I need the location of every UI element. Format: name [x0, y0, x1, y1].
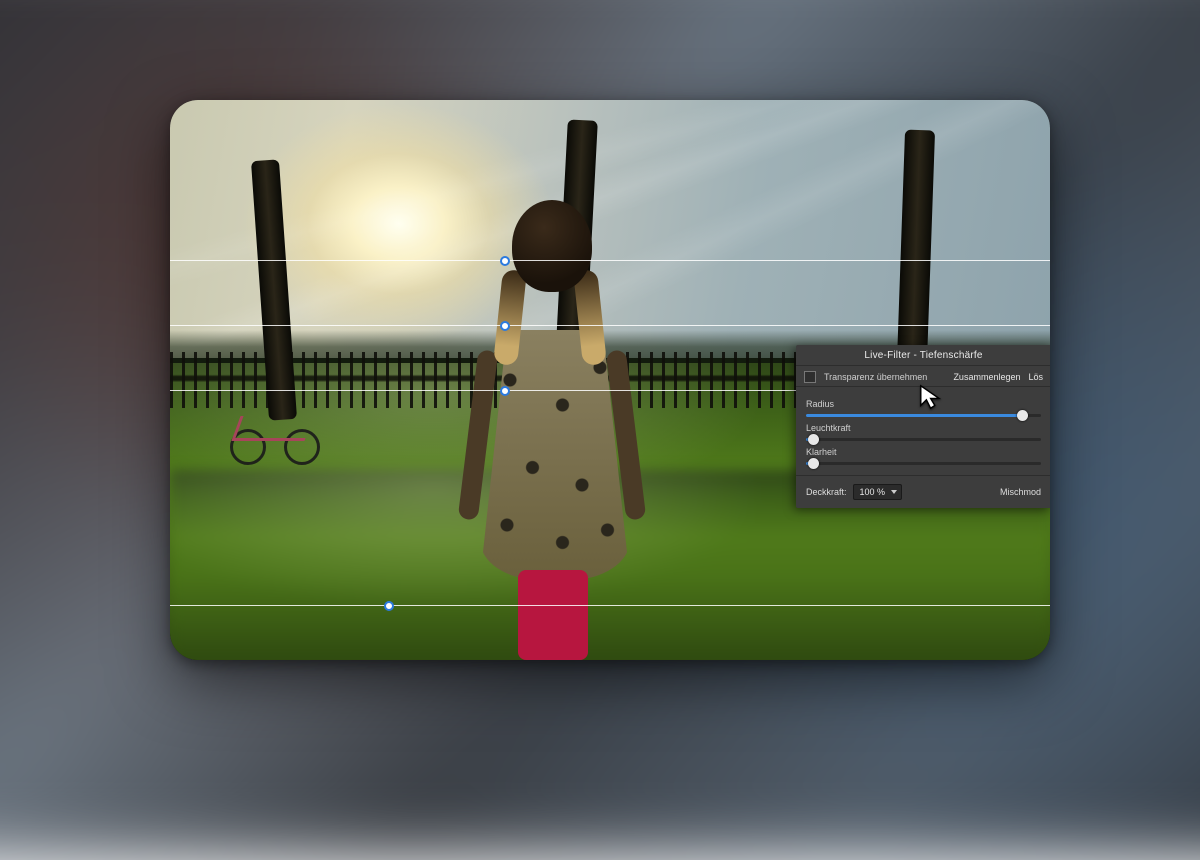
preview-card: Live-Filter - Tiefenschärfe Transparenz … — [170, 100, 1050, 660]
dof-guide-line-bottom[interactable] — [170, 605, 1050, 606]
dof-guide-handle[interactable] — [500, 321, 510, 331]
dof-guide-line-top-outer[interactable] — [170, 260, 1050, 261]
opacity-label: Deckkraft: — [806, 487, 847, 497]
radius-slider[interactable] — [806, 414, 1041, 417]
transparency-checkbox[interactable] — [804, 371, 816, 383]
dof-guide-handle[interactable] — [500, 386, 510, 396]
clarity-label: Klarheit — [806, 447, 1041, 457]
clarity-slider[interactable] — [806, 462, 1041, 465]
panel-sliders: Radius Leuchtkraft Klarheit — [796, 387, 1050, 467]
dof-guide-line-top-inner[interactable] — [170, 325, 1050, 326]
transparency-checkbox-label: Transparenz übernehmen — [824, 372, 927, 382]
live-filter-panel: Live-Filter - Tiefenschärfe Transparenz … — [796, 345, 1050, 508]
panel-top-row: Transparenz übernehmen Zusammenlegen Lös — [796, 366, 1050, 387]
dof-guide-handle[interactable] — [500, 256, 510, 266]
blendmode-label: Mischmod — [1000, 487, 1041, 497]
luminance-label: Leuchtkraft — [806, 423, 1041, 433]
luminance-slider[interactable] — [806, 438, 1041, 441]
delete-link[interactable]: Lös — [1028, 372, 1043, 382]
panel-bottom-row: Deckkraft: 100 % Mischmod — [796, 475, 1050, 502]
merge-link[interactable]: Zusammenlegen — [953, 372, 1020, 382]
photo-bicycle — [230, 410, 320, 465]
opacity-select[interactable]: 100 % — [853, 484, 903, 500]
panel-title: Live-Filter - Tiefenschärfe — [796, 345, 1050, 366]
dof-guide-handle[interactable] — [384, 601, 394, 611]
radius-label: Radius — [806, 399, 1041, 409]
photo-subject-child — [450, 200, 650, 660]
